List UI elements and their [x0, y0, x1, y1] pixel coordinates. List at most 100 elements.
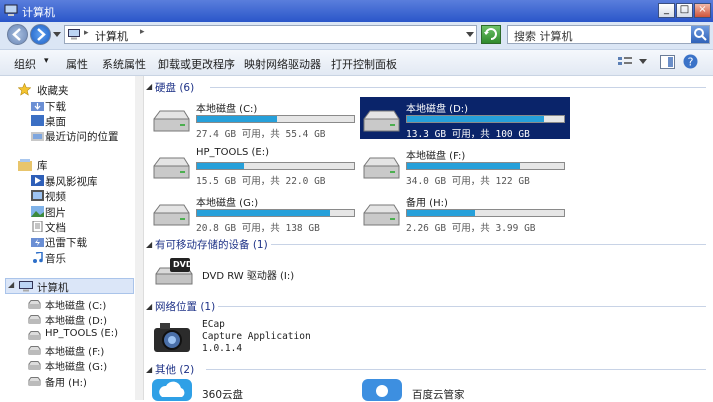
desktop-icon	[31, 115, 44, 126]
nav-computer-collapse-icon[interactable]: ◢	[8, 280, 14, 289]
minimize-button[interactable]: _	[658, 3, 675, 18]
organize-dropdown-icon[interactable]: ▾	[44, 56, 49, 66]
nav-item-baofeng[interactable]: 暴风影视库	[45, 174, 98, 189]
drive-usage-fill	[407, 210, 475, 216]
preview-pane-icon[interactable]	[660, 55, 675, 69]
documents-icon	[32, 221, 43, 232]
baidu-cloud-icon	[362, 379, 402, 401]
nav-item-drive[interactable]: 本地磁盘 (G:)	[45, 358, 107, 373]
group-header-network[interactable]: 网络位置 (1)	[155, 299, 215, 314]
open-control-panel-button[interactable]: 打开控制面板	[331, 56, 397, 72]
arrow-right-icon	[37, 28, 46, 41]
drive-tile[interactable]: HP_TOOLS (E:) 15.5 GB 可用，共 22.0 GB	[150, 146, 356, 187]
hard-drive-icon	[153, 204, 190, 226]
drive-tile-dvd[interactable]: DVD DVD RW 驱动器 (I:)	[150, 255, 390, 293]
nav-item-pictures[interactable]: 图片	[45, 205, 66, 220]
hard-drive-icon	[363, 157, 400, 179]
drive-usage-fill	[197, 210, 331, 216]
network-location-ecap[interactable]: ECap Capture Application 1.0.1.4	[150, 316, 390, 356]
address-dropdown-icon[interactable]	[466, 32, 474, 38]
nav-item-recent[interactable]: 最近访问的位置	[45, 129, 119, 144]
hard-drive-icon	[28, 361, 41, 370]
dvd-badge-text: DVD	[173, 260, 193, 269]
other-item-360[interactable]: 360云盘	[150, 377, 350, 401]
path-separator[interactable]: ▸	[84, 28, 89, 38]
group-removable-collapse-icon[interactable]: ◢	[146, 240, 152, 249]
path-segment-dropdown-icon[interactable]: ▸	[140, 27, 145, 37]
library-icon	[18, 159, 32, 171]
drive-tile[interactable]: 备用 (H:) 2.26 GB 可用，共 3.99 GB	[360, 193, 566, 234]
drive-tile[interactable]: 本地磁盘 (C:) 27.4 GB 可用，共 55.4 GB	[150, 99, 356, 140]
computer-icon	[4, 4, 18, 16]
drive-tile[interactable]: 本地磁盘 (G:) 20.8 GB 可用，共 138 GB	[150, 193, 356, 234]
group-header-other[interactable]: 其他 (2)	[155, 362, 194, 377]
forward-button[interactable]	[30, 24, 51, 45]
star-icon	[18, 83, 31, 96]
pictures-icon	[31, 206, 44, 217]
map-network-drive-button[interactable]: 映射网络驱动器	[244, 56, 321, 72]
svg-text:?: ?	[688, 56, 694, 69]
drive-name: 本地磁盘 (C:)	[196, 104, 258, 115]
view-dropdown-icon[interactable]	[639, 59, 647, 65]
drive-free-space: 15.5 GB 可用，共 22.0 GB	[196, 176, 326, 187]
search-input[interactable]: 搜索 计算机	[514, 28, 573, 44]
group-other-collapse-icon[interactable]: ◢	[146, 365, 152, 374]
drive-free-space: 20.8 GB 可用，共 138 GB	[196, 223, 320, 234]
nav-item-music[interactable]: 音乐	[45, 251, 66, 266]
history-dropdown-icon[interactable]	[53, 32, 61, 38]
hard-drive-icon	[153, 110, 190, 132]
group-hdd-collapse-icon[interactable]: ◢	[146, 82, 152, 91]
organize-button[interactable]: 组织	[14, 56, 36, 72]
system-properties-button[interactable]: 系统属性	[102, 56, 146, 72]
drive-free-space: 13.3 GB 可用，共 100 GB	[406, 129, 530, 140]
nav-scrollbar[interactable]	[135, 76, 144, 400]
command-bar: 组织 ▾ 属性 系统属性 卸载或更改程序 映射网络驱动器 打开控制面板 ?	[0, 50, 713, 76]
drive-usage-bar	[406, 162, 565, 170]
refresh-button[interactable]	[481, 25, 501, 44]
group-header-removable[interactable]: 有可移动存储的设备 (1)	[155, 237, 268, 252]
drive-tile[interactable]: 本地磁盘 (D:) 13.3 GB 可用，共 100 GB	[360, 99, 566, 140]
hard-drive-icon	[363, 110, 400, 132]
back-button[interactable]	[7, 24, 28, 45]
nav-item-desktop[interactable]: 桌面	[45, 114, 66, 129]
maximize-button[interactable]: □	[676, 3, 693, 18]
address-bar[interactable]: ▸ 计算机 ▸	[64, 25, 477, 44]
nav-item-drive[interactable]: 本地磁盘 (C:)	[45, 297, 106, 312]
drive-free-space: 34.0 GB 可用，共 122 GB	[406, 176, 530, 187]
close-button[interactable]: ×	[694, 3, 711, 18]
computer-icon	[68, 29, 80, 40]
uninstall-program-button[interactable]: 卸载或更改程序	[158, 56, 235, 72]
nav-item-drive[interactable]: 本地磁盘 (F:)	[45, 343, 104, 358]
nav-libraries[interactable]: 库	[37, 158, 48, 173]
other-item-baidu[interactable]: 百度云管家	[360, 377, 560, 401]
drive-tile[interactable]: 本地磁盘 (F:) 34.0 GB 可用，共 122 GB	[360, 146, 566, 187]
nav-item-xunlei[interactable]: 迅雷下载	[45, 235, 87, 250]
hard-drive-icon	[363, 204, 400, 226]
search-button[interactable]	[691, 26, 709, 43]
address-row: ▸ 计算机 ▸ 搜索 计算机	[0, 22, 713, 50]
drive-usage-bar	[406, 115, 565, 123]
nav-item-videos[interactable]: 视频	[45, 189, 66, 204]
music-icon	[33, 252, 43, 263]
group-divider	[218, 306, 706, 307]
help-icon[interactable]: ?	[683, 54, 698, 69]
nav-favorites[interactable]: 收藏夹	[37, 83, 69, 98]
nav-item-downloads[interactable]: 下载	[45, 99, 66, 114]
computer-icon	[19, 281, 33, 292]
drive-usage-bar	[406, 209, 565, 217]
nav-item-drive[interactable]: 本地磁盘 (D:)	[45, 312, 107, 327]
drive-free-space: 27.4 GB 可用，共 55.4 GB	[196, 129, 326, 140]
nav-item-documents[interactable]: 文档	[45, 220, 66, 235]
group-network-collapse-icon[interactable]: ◢	[146, 302, 152, 311]
hard-drive-icon	[28, 315, 41, 324]
nav-computer[interactable]: 计算机	[37, 280, 69, 295]
title-bar: 计算机 _ □ ×	[0, 0, 713, 22]
cloud-360-icon	[152, 379, 192, 401]
nav-item-drive[interactable]: 备用 (H:)	[45, 374, 87, 389]
view-options-icon[interactable]	[617, 56, 633, 69]
properties-button[interactable]: 属性	[66, 56, 88, 72]
group-header-hdd[interactable]: 硬盘 (6)	[155, 80, 194, 95]
nav-item-drive[interactable]: HP_TOOLS (E:)	[45, 328, 118, 339]
path-segment-computer[interactable]: 计算机	[95, 28, 128, 44]
search-box[interactable]: 搜索 计算机	[507, 25, 710, 44]
